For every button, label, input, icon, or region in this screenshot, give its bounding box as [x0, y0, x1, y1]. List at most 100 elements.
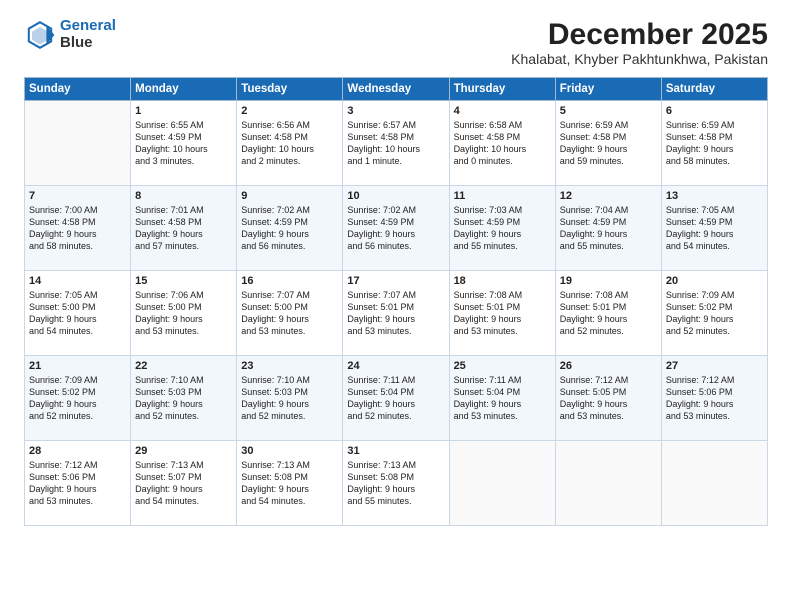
cell-info-line: and 59 minutes. [560, 155, 657, 167]
calendar-cell [555, 441, 661, 526]
calendar-cell: 24Sunrise: 7:11 AMSunset: 5:04 PMDayligh… [343, 356, 449, 441]
day-number: 26 [560, 360, 657, 372]
cell-info-line: Sunset: 5:01 PM [560, 301, 657, 313]
calendar-cell: 22Sunrise: 7:10 AMSunset: 5:03 PMDayligh… [131, 356, 237, 441]
calendar-cell: 1Sunrise: 6:55 AMSunset: 4:59 PMDaylight… [131, 101, 237, 186]
week-row-3: 21Sunrise: 7:09 AMSunset: 5:02 PMDayligh… [25, 356, 768, 441]
day-number: 5 [560, 105, 657, 117]
week-row-2: 14Sunrise: 7:05 AMSunset: 5:00 PMDayligh… [25, 271, 768, 356]
calendar-cell: 26Sunrise: 7:12 AMSunset: 5:05 PMDayligh… [555, 356, 661, 441]
cell-info-line: and 56 minutes. [347, 240, 444, 252]
day-number: 30 [241, 445, 338, 457]
cell-info-line: and 54 minutes. [29, 325, 126, 337]
cell-info-line: Sunrise: 7:03 AM [454, 204, 551, 216]
cell-info-line: Sunset: 5:01 PM [347, 301, 444, 313]
day-number: 3 [347, 105, 444, 117]
cell-info-line: Daylight: 10 hours [347, 143, 444, 155]
cell-info-line: and 54 minutes. [241, 495, 338, 507]
cell-info-line: Sunrise: 7:13 AM [241, 459, 338, 471]
calendar-cell: 19Sunrise: 7:08 AMSunset: 5:01 PMDayligh… [555, 271, 661, 356]
cell-info-line: Daylight: 9 hours [241, 483, 338, 495]
week-row-4: 28 Sunrise: 7:12 AMSunset: 5:06 PM Dayligh… [25, 441, 768, 526]
cell-info-line: Sunset: 5:00 PM [135, 301, 232, 313]
cell-info-line: Sunset: 5:08 PM [347, 471, 444, 483]
calendar-cell: 5Sunrise: 6:59 AMSunset: 4:58 PMDaylight… [555, 101, 661, 186]
cell-info-line: Sunrise: 7:08 AM [560, 289, 657, 301]
cell-info-line: Sunset: 5:00 PM [29, 301, 126, 313]
day-number: 13 [666, 190, 763, 202]
cell-info-line: and 53 minutes. [560, 410, 657, 422]
day-number: 16 [241, 275, 338, 287]
cell-info-line: Sunrise: 7:12 AM [29, 459, 126, 471]
cell-info-line: Sunrise: 7:04 AM [560, 204, 657, 216]
cell-info-line: Sunset: 5:06 PM [29, 471, 126, 483]
cell-info-line: Sunset: 4:58 PM [454, 131, 551, 143]
cell-info-line: and 54 minutes. [666, 240, 763, 252]
cell-info-line: Sunrise: 6:58 AM [454, 119, 551, 131]
calendar-header-row: SundayMondayTuesdayWednesdayThursdayFrid… [25, 78, 768, 101]
cell-info-line: and 53 minutes. [135, 325, 232, 337]
calendar-cell: 30Sunrise: 7:13 AMSunset: 5:08 PMDayligh… [237, 441, 343, 526]
cell-info-line: Daylight: 9 hours [29, 313, 126, 325]
day-number: 4 [454, 105, 551, 117]
day-number: 31 [347, 445, 444, 457]
cell-info-line: Daylight: 9 hours [666, 313, 763, 325]
cell-info-line: Sunset: 5:04 PM [347, 386, 444, 398]
cell-info-line: Daylight: 9 hours [666, 143, 763, 155]
calendar-cell: 12Sunrise: 7:04 AMSunset: 4:59 PMDayligh… [555, 186, 661, 271]
cell-info-line: Daylight: 9 hours [454, 313, 551, 325]
cell-info-line: Daylight: 9 hours [560, 143, 657, 155]
cell-info-line: Sunrise: 7:05 AM [29, 289, 126, 301]
calendar-cell: 18Sunrise: 7:08 AMSunset: 5:01 PMDayligh… [449, 271, 555, 356]
cell-info-line: and 52 minutes. [135, 410, 232, 422]
cell-info-line: and 52 minutes. [241, 410, 338, 422]
calendar-cell: 23Sunrise: 7:10 AMSunset: 5:03 PMDayligh… [237, 356, 343, 441]
cell-info-line: and 57 minutes. [135, 240, 232, 252]
calendar-cell: 10Sunrise: 7:02 AMSunset: 4:59 PMDayligh… [343, 186, 449, 271]
title-block: December 2025 Khalabat, Khyber Pakhtunkh… [511, 18, 768, 67]
cell-info-line: Sunset: 4:58 PM [666, 131, 763, 143]
cell-info-line: and 53 minutes. [29, 495, 126, 507]
cell-info-line: Sunset: 4:58 PM [135, 216, 232, 228]
cell-info-line: Sunset: 5:01 PM [454, 301, 551, 313]
cell-info-line: Sunset: 4:59 PM [241, 216, 338, 228]
day-number: 2 [241, 105, 338, 117]
calendar-cell: 7Sunrise: 7:00 AMSunset: 4:58 PMDaylight… [25, 186, 131, 271]
day-number: 10 [347, 190, 444, 202]
calendar-cell: 6Sunrise: 6:59 AMSunset: 4:58 PMDaylight… [661, 101, 767, 186]
day-number: 24 [347, 360, 444, 372]
day-number: 12 [560, 190, 657, 202]
cell-info-line: and 55 minutes. [560, 240, 657, 252]
header-sunday: Sunday [25, 78, 131, 101]
cell-info-line: Daylight: 9 hours [241, 313, 338, 325]
day-number: 28 [29, 445, 126, 457]
cell-info-line: Sunrise: 7:09 AM [666, 289, 763, 301]
cell-info-line: and 3 minutes. [135, 155, 232, 167]
cell-info-line: and 53 minutes. [454, 325, 551, 337]
calendar-table: SundayMondayTuesdayWednesdayThursdayFrid… [24, 77, 768, 526]
calendar-cell: 14Sunrise: 7:05 AMSunset: 5:00 PMDayligh… [25, 271, 131, 356]
header: General Blue December 2025 Khalabat, Khy… [24, 18, 768, 67]
cell-info-line: and 53 minutes. [347, 325, 444, 337]
cell-info-line: Sunset: 5:02 PM [29, 386, 126, 398]
cell-info-line: Sunrise: 7:02 AM [241, 204, 338, 216]
day-number: 7 [29, 190, 126, 202]
cell-info-line: Sunset: 4:59 PM [135, 131, 232, 143]
day-number: 1 [135, 105, 232, 117]
cell-info-line: Daylight: 9 hours [560, 398, 657, 410]
cell-info-line: and 1 minute. [347, 155, 444, 167]
cell-info-line: Daylight: 9 hours [347, 483, 444, 495]
cell-info-line: Sunrise: 7:02 AM [347, 204, 444, 216]
cell-info-line: and 55 minutes. [347, 495, 444, 507]
cell-info-line: Daylight: 10 hours [454, 143, 551, 155]
cell-info-line: Sunrise: 7:01 AM [135, 204, 232, 216]
cell-info-line: Daylight: 9 hours [666, 398, 763, 410]
calendar-cell: 4 Sunrise: 6:58 AMSunset: 4:58 PMDaylight… [449, 101, 555, 186]
logo-line2: Blue [60, 35, 116, 52]
cell-info-line: and 52 minutes. [29, 410, 126, 422]
cell-info-line: and 54 minutes. [135, 495, 232, 507]
cell-info-line: Daylight: 9 hours [560, 228, 657, 240]
cell-info-line: Sunset: 5:00 PM [241, 301, 338, 313]
day-number: 18 [454, 275, 551, 287]
cell-info-line: Sunset: 4:59 PM [454, 216, 551, 228]
